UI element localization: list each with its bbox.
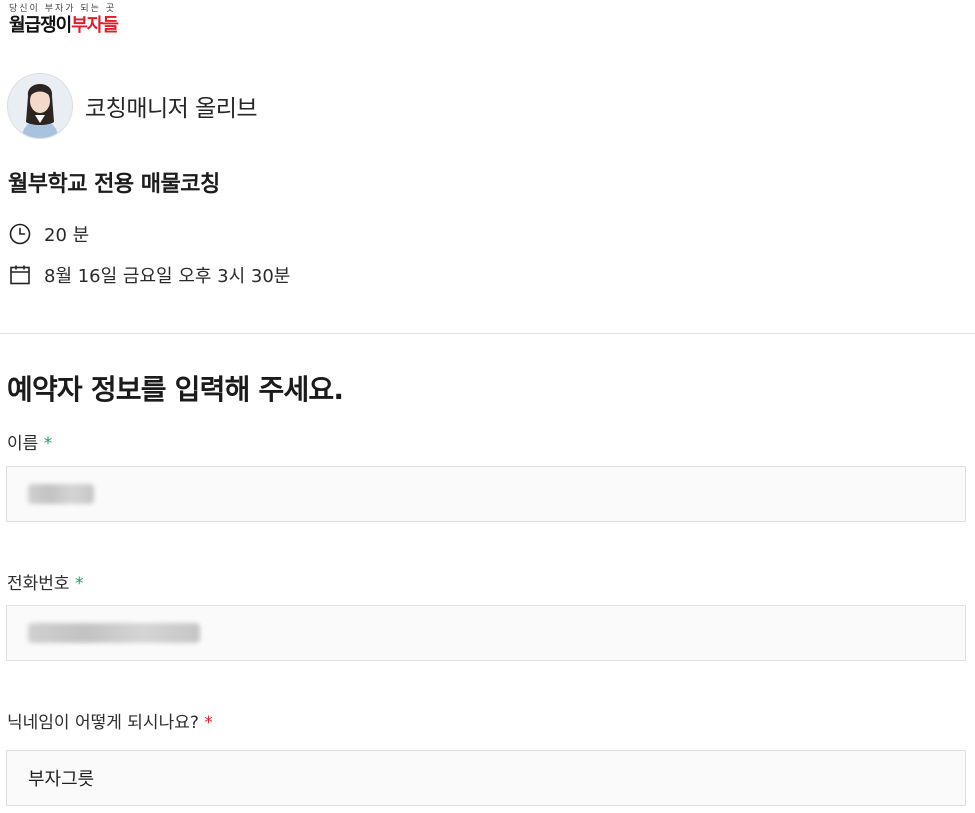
obscured-value xyxy=(28,623,200,643)
phone-input[interactable] xyxy=(6,605,966,661)
section-divider xyxy=(0,333,975,334)
phone-label: 전화번호 * xyxy=(7,569,83,594)
datetime-text: 8월 16일 금요일 오후 3시 30분 xyxy=(44,266,291,287)
avatar xyxy=(7,73,73,139)
calendar-icon xyxy=(10,265,30,285)
nickname-input[interactable]: 부자그릇 xyxy=(6,750,966,806)
required-mark: * xyxy=(74,574,84,594)
nickname-value: 부자그릇 xyxy=(28,769,95,790)
duration-row: 20 분 xyxy=(9,221,89,247)
clock-icon xyxy=(9,223,31,245)
name-input[interactable] xyxy=(6,466,966,522)
profile-photo-icon xyxy=(8,74,72,138)
brand-name-part2: 부자들 xyxy=(71,15,119,36)
name-label-text: 이름 xyxy=(7,434,39,454)
required-mark: * xyxy=(204,713,213,733)
event-title: 월부학교 전용 매물코칭 xyxy=(8,172,220,197)
host-info: 코칭매니저 올리브 xyxy=(7,73,258,139)
phone-label-text: 전화번호 xyxy=(7,574,70,594)
obscured-value xyxy=(28,484,94,504)
form-heading: 예약자 정보를 입력해 주세요. xyxy=(7,373,344,406)
host-name: 코칭매니저 올리브 xyxy=(85,96,258,122)
nickname-label: 닉네임이 어떻게 되시나요? * xyxy=(7,708,213,733)
brand-name: 월급쟁이부자들 xyxy=(9,15,119,37)
brand-name-part1: 월급쟁이 xyxy=(9,15,72,36)
brand-logo[interactable]: 당신이 부자가 되는 곳 월급쟁이부자들 xyxy=(9,4,119,37)
duration-text: 20 분 xyxy=(44,225,90,246)
name-label: 이름 * xyxy=(7,429,52,454)
nickname-label-text: 닉네임이 어떻게 되시나요? xyxy=(7,713,199,733)
datetime-row: 8월 16일 금요일 오후 3시 30분 xyxy=(9,262,290,288)
required-mark: * xyxy=(43,434,53,454)
booking-page: 당신이 부자가 되는 곳 월급쟁이부자들 코칭매니저 올리브 월부학교 전용 매… xyxy=(0,0,975,813)
brand-tagline: 당신이 부자가 되는 곳 xyxy=(9,4,117,14)
